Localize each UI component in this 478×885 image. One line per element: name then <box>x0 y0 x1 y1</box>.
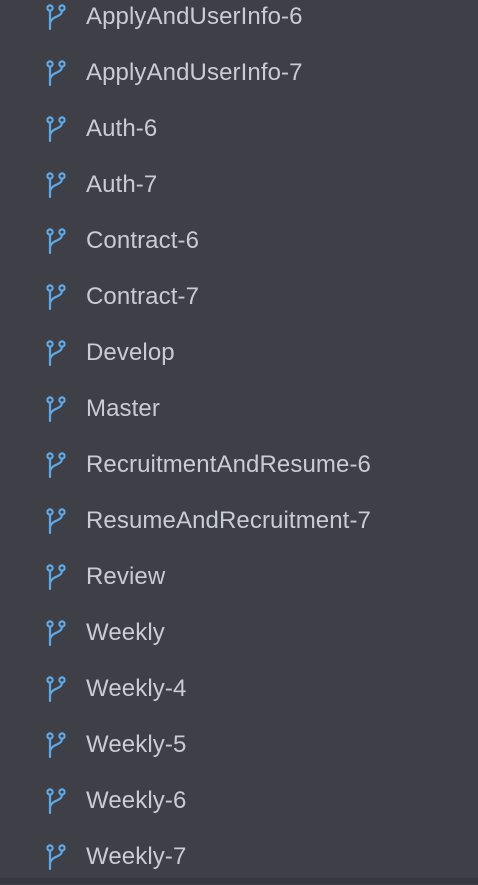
branch-label: Auth-6 <box>86 115 157 143</box>
git-branch-icon <box>44 339 68 367</box>
branch-item[interactable]: RecruitmentAndResume-6 <box>0 437 478 493</box>
branch-item[interactable]: Weekly-7 <box>0 829 478 885</box>
branch-label: Weekly-4 <box>86 675 186 703</box>
branch-label: Master <box>86 395 160 423</box>
git-branch-icon <box>44 843 68 871</box>
branch-label: RecruitmentAndResume-6 <box>86 451 371 479</box>
branch-item[interactable]: Weekly-6 <box>0 773 478 829</box>
branch-item[interactable]: Master <box>0 381 478 437</box>
branch-item[interactable]: ApplyAndUserInfo-6 <box>0 0 478 45</box>
git-branch-icon <box>44 171 68 199</box>
git-branch-icon <box>44 59 68 87</box>
git-branch-icon <box>44 619 68 647</box>
branch-label: Develop <box>86 339 175 367</box>
git-branch-icon <box>44 395 68 423</box>
branch-item[interactable]: Auth-6 <box>0 101 478 157</box>
branch-item[interactable]: Review <box>0 549 478 605</box>
branch-item[interactable]: Weekly <box>0 605 478 661</box>
branch-item[interactable]: Contract-6 <box>0 213 478 269</box>
git-branch-icon <box>44 451 68 479</box>
git-branch-icon <box>44 675 68 703</box>
git-branch-icon <box>44 115 68 143</box>
branch-item[interactable]: Weekly-5 <box>0 717 478 773</box>
branch-label: Weekly <box>86 619 165 647</box>
branch-item[interactable]: Auth-7 <box>0 157 478 213</box>
branch-label: Contract-7 <box>86 283 199 311</box>
git-branch-icon <box>44 3 68 31</box>
git-branch-icon <box>44 787 68 815</box>
branch-label: ResumeAndRecruitment-7 <box>86 507 371 535</box>
branch-label: Weekly-5 <box>86 731 186 759</box>
bottom-strip <box>0 878 478 884</box>
branch-item[interactable]: Contract-7 <box>0 269 478 325</box>
branch-label: ApplyAndUserInfo-7 <box>86 59 303 87</box>
git-branch-icon <box>44 731 68 759</box>
branch-label: Weekly-7 <box>86 843 186 871</box>
branch-label: Contract-6 <box>86 227 199 255</box>
git-branch-icon <box>44 563 68 591</box>
branch-item[interactable]: Weekly-4 <box>0 661 478 717</box>
git-branch-icon <box>44 507 68 535</box>
branch-label: Weekly-6 <box>86 787 186 815</box>
git-branch-icon <box>44 283 68 311</box>
branch-label: Auth-7 <box>86 171 157 199</box>
branch-label: ApplyAndUserInfo-6 <box>86 3 303 31</box>
branch-list: ApplyAndUserInfo-6 ApplyAndUserInfo-7 Auth… <box>0 0 478 884</box>
branch-item[interactable]: Develop <box>0 325 478 381</box>
branch-item[interactable]: ResumeAndRecruitment-7 <box>0 493 478 549</box>
branch-item[interactable]: ApplyAndUserInfo-7 <box>0 45 478 101</box>
git-branch-icon <box>44 227 68 255</box>
branch-label: Review <box>86 563 165 591</box>
